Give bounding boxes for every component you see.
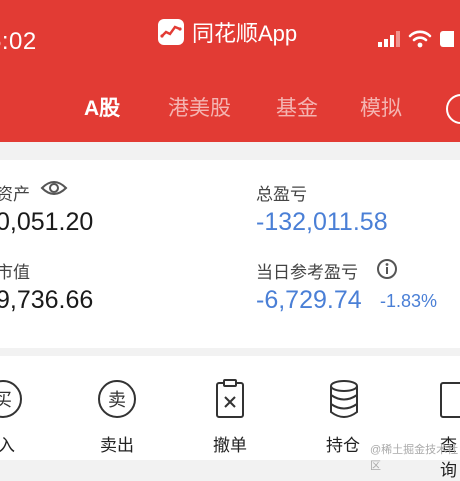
positions-label: 持仓 <box>326 436 360 455</box>
signal-icon <box>378 31 400 47</box>
buy-icon-glyph: 买 <box>0 390 12 410</box>
total-pnl-value: -132,011.58 <box>256 208 388 236</box>
market-tabs: A股 港美股 基金 模拟 <box>0 92 460 126</box>
today-pnl-value: -6,729.74 <box>256 286 362 314</box>
buy-label: 入 <box>0 436 15 455</box>
asset-summary-card <box>0 160 460 348</box>
wifi-icon <box>408 30 432 48</box>
sell-icon: 卖 <box>98 380 136 418</box>
app-logo-icon <box>158 19 184 45</box>
buy-icon: 买 <box>0 380 22 418</box>
info-icon[interactable] <box>376 258 398 280</box>
tab-simulation[interactable]: 模拟 <box>360 92 402 122</box>
market-value-value: 9,736.66 <box>0 286 94 314</box>
tab-hk-us[interactable]: 港美股 <box>168 92 231 122</box>
today-pnl-percent: -1.83% <box>380 291 438 311</box>
status-time: 5:02 <box>0 28 37 55</box>
cancel-order-label: 撤单 <box>213 436 247 455</box>
sell-icon-glyph: 卖 <box>108 390 126 410</box>
status-icons <box>378 30 454 48</box>
total-assets-value: 0,051.20 <box>0 208 94 236</box>
total-assets-label: 资产 <box>0 185 30 204</box>
today-pnl-label: 当日参考盈亏 <box>256 263 358 282</box>
battery-icon <box>440 31 454 47</box>
clipboard-x-icon <box>216 379 244 418</box>
total-pnl-label: 总盈亏 <box>256 185 307 204</box>
eye-icon[interactable] <box>40 178 68 198</box>
market-value-label: 市值 <box>0 263 30 282</box>
app-title: 同花顺App <box>158 16 297 48</box>
sell-label: 卖出 <box>100 436 134 455</box>
watermark: @稀土掘金技术社区 <box>370 444 459 472</box>
app-title-text: 同花顺App <box>192 21 298 46</box>
app-header: 5:02 同花顺App A股 港美股 基金 模拟 <box>0 0 460 142</box>
query-document-icon <box>440 382 460 418</box>
tab-a-shares[interactable]: A股 <box>84 92 120 122</box>
database-icon <box>330 380 358 418</box>
tab-funds[interactable]: 基金 <box>276 92 318 122</box>
